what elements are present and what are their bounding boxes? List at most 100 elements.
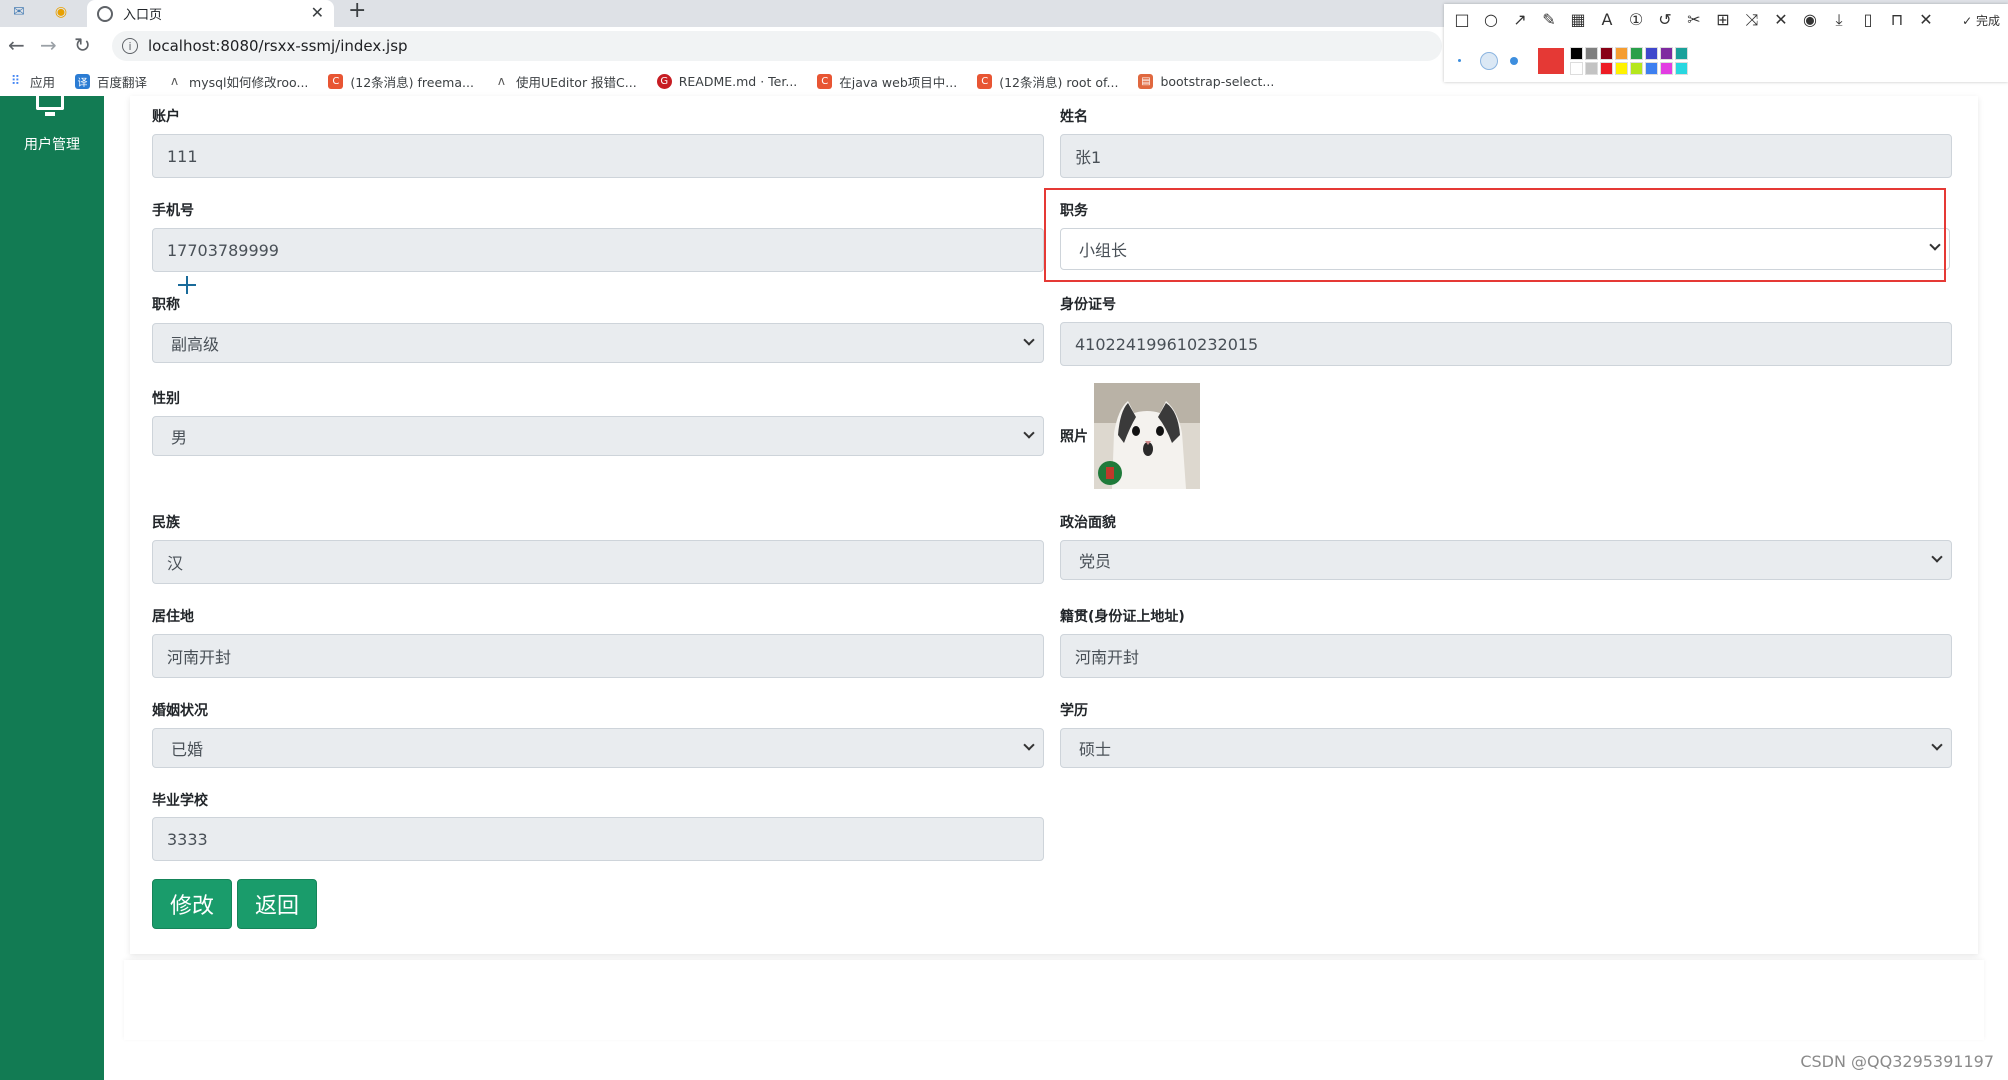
bookmark-ueditor[interactable]: ᴧ 使用UEditor 报错C...: [493, 72, 637, 91]
name-field[interactable]: 张1: [1060, 134, 1952, 178]
url-field[interactable]: i localhost:8080/rsxx-ssmj/index.jsp: [112, 31, 1442, 61]
bookmark-apps[interactable]: ⠿ 应用: [8, 72, 55, 91]
current-color-swatch[interactable]: [1538, 48, 1564, 74]
color-swatch[interactable]: [1660, 47, 1673, 60]
new-tab-button[interactable]: +: [348, 0, 366, 22]
color-swatch[interactable]: [1630, 47, 1643, 60]
bookmark-label: 百度翻译: [97, 74, 148, 90]
bookmark-label: mysql如何修改roo...: [189, 74, 309, 90]
url-text: localhost:8080/rsxx-ssmj/index.jsp: [148, 37, 408, 55]
id-number-field[interactable]: 410224199610232015: [1060, 322, 1952, 366]
size-medium-dot[interactable]: [1480, 52, 1498, 70]
color-swatch[interactable]: [1585, 47, 1598, 60]
snap-done-label: 完成: [1975, 14, 2000, 28]
phone-icon[interactable]: ▯: [1858, 10, 1878, 30]
scroll-capture-icon[interactable]: ✕: [1771, 10, 1791, 30]
title-value: 副高级: [171, 335, 220, 354]
size-small-dot[interactable]: [1458, 59, 1461, 62]
globe-icon: [97, 5, 113, 22]
color-swatch[interactable]: [1600, 47, 1613, 60]
number-tool-icon[interactable]: ①: [1626, 10, 1646, 30]
download-icon[interactable]: ⤓: [1829, 10, 1849, 30]
back-arrow-icon[interactable]: ←: [8, 35, 25, 55]
school-label: 毕业学校: [152, 793, 208, 809]
modify-button[interactable]: 修改: [152, 879, 232, 929]
rectangle-tool-icon[interactable]: □: [1452, 10, 1472, 30]
id-number-label: 身份证号: [1060, 297, 1116, 313]
chrome-icon[interactable]: ◉: [50, 2, 72, 22]
ellipse-tool-icon[interactable]: ○: [1481, 10, 1501, 30]
mail-app-icon[interactable]: ✉: [8, 2, 30, 22]
close-tab-icon[interactable]: ✕: [311, 3, 324, 22]
ethnicity-field[interactable]: 汉: [152, 540, 1044, 584]
color-swatch[interactable]: [1675, 47, 1688, 60]
color-swatch[interactable]: [1675, 62, 1688, 75]
chevron-down-icon: [1023, 739, 1035, 751]
size-large-dot[interactable]: [1510, 57, 1518, 65]
csdn-icon: C: [817, 73, 833, 89]
marital-select[interactable]: 已婚: [152, 728, 1044, 768]
text-tool-icon[interactable]: A: [1597, 10, 1617, 30]
apps-grid-icon: ⠿: [8, 73, 23, 89]
record-icon[interactable]: ◉: [1800, 10, 1820, 30]
color-swatch[interactable]: [1660, 62, 1673, 75]
school-field[interactable]: 3333: [152, 817, 1044, 861]
bookmark-baidu-translate[interactable]: 译 百度翻译: [75, 72, 147, 91]
color-swatch[interactable]: [1630, 62, 1643, 75]
political-label: 政治面貌: [1060, 515, 1116, 531]
snap-done-button[interactable]: ✓ 完成: [1962, 12, 2000, 29]
close-snap-icon[interactable]: ✕: [1916, 10, 1936, 30]
political-value: 党员: [1079, 552, 1112, 571]
browser-tab[interactable]: 入口页 ✕: [87, 0, 334, 27]
political-select[interactable]: 党员: [1060, 540, 1952, 580]
mosaic-tool-icon[interactable]: ▦: [1568, 10, 1588, 30]
bookmark-tool-icon[interactable]: ⊓: [1887, 10, 1907, 30]
residence-field[interactable]: 河南开封: [152, 634, 1044, 678]
color-swatch[interactable]: [1585, 62, 1598, 75]
phone-field[interactable]: 17703789999: [152, 228, 1044, 272]
title-select[interactable]: 副高级: [152, 323, 1044, 363]
marital-value: 已婚: [171, 740, 204, 759]
forward-arrow-icon[interactable]: →: [40, 35, 57, 55]
pen-tool-icon[interactable]: ✎: [1539, 10, 1559, 30]
chevron-down-icon: [1023, 334, 1035, 346]
back-button[interactable]: 返回: [237, 879, 317, 929]
pin-tool-icon[interactable]: ✂: [1684, 10, 1704, 30]
crosshair-cursor-icon: [178, 276, 196, 294]
csdn-icon: C: [328, 73, 344, 89]
cat-photo[interactable]: [1094, 383, 1200, 489]
color-swatch[interactable]: [1600, 62, 1613, 75]
sidebar: 用户管理: [0, 96, 104, 1080]
education-label: 学历: [1060, 703, 1088, 719]
bookmark-java-web[interactable]: C 在java web项目中...: [817, 72, 957, 91]
baidu-translate-icon: 译: [75, 73, 91, 89]
color-swatch[interactable]: [1570, 47, 1583, 60]
bookmark-csdn-freemarker[interactable]: C (12条消息) freema...: [328, 72, 474, 91]
gender-select[interactable]: 男: [152, 416, 1044, 456]
ethnicity-label: 民族: [152, 515, 180, 531]
chevron-down-icon: [1931, 551, 1943, 563]
arrow-tool-icon[interactable]: ↗: [1510, 10, 1530, 30]
color-swatch[interactable]: [1615, 47, 1628, 60]
ocr-tool-icon[interactable]: ⊞: [1713, 10, 1733, 30]
native-place-field[interactable]: 河南开封: [1060, 634, 1952, 678]
color-swatch[interactable]: [1570, 62, 1583, 75]
reload-icon[interactable]: ↻: [74, 35, 91, 55]
sidebar-item-user-management[interactable]: 用户管理: [0, 134, 104, 154]
info-icon[interactable]: i: [122, 38, 138, 54]
bookmark-icon: ᴧ: [167, 73, 183, 89]
bookmark-bootstrap-select[interactable]: ▤ bootstrap-select...: [1138, 73, 1274, 89]
bookmark-mysql[interactable]: ᴧ mysql如何修改roo...: [167, 72, 308, 91]
csdn-icon: C: [977, 73, 993, 89]
bookmark-readme[interactable]: G README.md · Ter...: [656, 73, 797, 89]
bookmark-label: 应用: [30, 74, 56, 90]
color-swatch[interactable]: [1645, 62, 1658, 75]
color-swatch[interactable]: [1615, 62, 1628, 75]
account-field[interactable]: 111: [152, 134, 1044, 178]
education-value: 硕士: [1079, 740, 1112, 759]
bookmark-csdn-root[interactable]: C (12条消息) root of...: [977, 72, 1118, 91]
translate-tool-icon[interactable]: ⤨: [1742, 10, 1762, 30]
undo-icon[interactable]: ↺: [1655, 10, 1675, 30]
education-select[interactable]: 硕士: [1060, 728, 1952, 768]
color-swatch[interactable]: [1645, 47, 1658, 60]
